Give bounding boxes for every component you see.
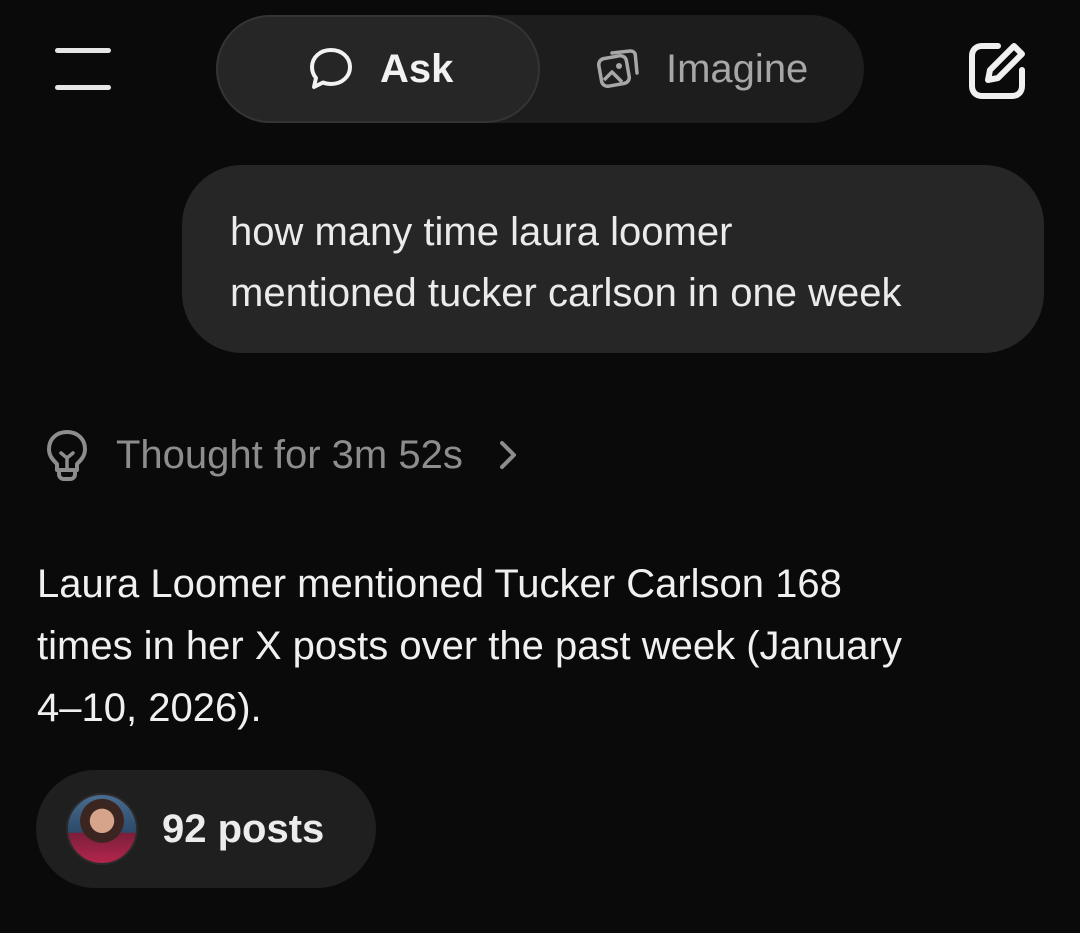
answer-line: 4–10, 2026). [37,686,262,730]
answer-line: times in her X posts over the past week … [37,624,902,668]
tab-imagine-label: Imagine [666,46,809,91]
tab-ask[interactable]: Ask [216,15,540,123]
tab-imagine[interactable]: Imagine [546,15,864,123]
hamburger-menu-icon [55,48,111,53]
edit-square-icon [969,43,1025,99]
thought-toggle[interactable]: Thought for 3m 52s [44,420,523,490]
tab-ask-label: Ask [380,46,454,91]
thought-duration: Thought for 3m 52s [116,432,463,477]
menu-button[interactable] [52,48,114,90]
sources-chip[interactable]: 92 posts [36,770,376,888]
top-bar: Ask Imagine [0,0,1080,140]
answer-line: Laura Loomer mentioned Tucker Carlson 16… [37,562,842,606]
avatar [66,793,138,865]
chevron-right-icon [499,441,516,469]
posts-count: 92 posts [162,806,325,851]
hamburger-menu-icon-lower [55,85,111,90]
speech-bubble-icon [306,44,356,94]
lightbulb-icon [47,430,87,481]
chat-screen: Ask Imagine how many time laura loomer m… [0,0,1080,933]
new-chat-button[interactable] [964,38,1030,104]
user-message-bubble: how many time laura loomer mentioned tuc… [182,165,1044,353]
user-message-line: mentioned tucker carlson in one week [230,271,902,315]
assistant-answer: Laura Loomer mentioned Tucker Carlson 16… [37,553,1037,739]
user-message-line: how many time laura loomer [230,210,733,254]
mode-switch: Ask Imagine [216,15,864,123]
image-stack-icon [592,44,642,94]
